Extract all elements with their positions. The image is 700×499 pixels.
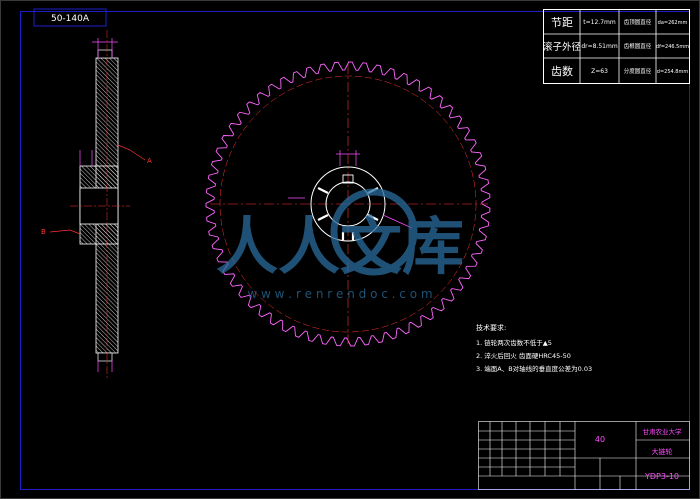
title-block-school: 甘肃农业大学 xyxy=(643,427,683,436)
leader-a xyxy=(117,144,146,161)
watermark-brand: 人人文库 xyxy=(216,210,464,283)
watermark: 人人文库 w w w . r e n r e n d o c . c o m xyxy=(216,188,464,301)
param-value-roller: dr=8.51mm xyxy=(581,43,618,50)
param-value-teeth: Z=63 xyxy=(591,68,608,75)
param-subvalue-pitchdia: d=254.8mm xyxy=(657,69,689,75)
tech-notes-title: 技术要求: xyxy=(476,323,506,332)
title-block-part-name: 大链轮 xyxy=(652,447,673,456)
section-label-a: A xyxy=(147,157,152,165)
side-section-view: A B xyxy=(41,30,152,380)
param-label-roller: 滚子外径 xyxy=(543,41,582,53)
watermark-url: w w w . r e n r e n d o c . c o m xyxy=(247,287,432,301)
tech-note-2: 2. 淬火后回火 齿面硬HRC45-50 xyxy=(476,351,571,360)
title-block-drawing-no: YDP3-10 xyxy=(644,472,679,481)
section-label-b: B xyxy=(41,228,46,236)
cad-drawing-canvas: 50-140A A B 人人文库 w w w . r e n r e n d o… xyxy=(0,0,700,499)
param-sublabel-pitchdia: 分度圆直径 xyxy=(624,67,652,75)
param-sublabel-root: 齿根圆直径 xyxy=(624,42,652,50)
tech-notes: 技术要求: 1. 链轮两次齿数不低于▲5 2. 淬火后回火 齿面硬HRC45-5… xyxy=(476,323,592,373)
title-block-material: 40 xyxy=(595,435,605,444)
tech-note-3: 3. 端面A、B对轴线的垂直度公差为0.03 xyxy=(476,364,592,373)
leader-b xyxy=(49,229,81,235)
stamp-text: 50-140A xyxy=(51,14,90,24)
param-value-pitch: t=12.7mm xyxy=(583,19,616,26)
param-label-teeth: 齿数 xyxy=(551,65,573,78)
param-sublabel-tip: 齿顶圆直径 xyxy=(624,18,652,26)
param-table: 节距 t=12.7mm 齿顶圆直径 da=262mm 滚子外径 dr=8.51m… xyxy=(543,9,690,84)
param-subvalue-tip: da=262mm xyxy=(658,20,688,26)
param-subvalue-root: df=246.5mm xyxy=(656,44,689,50)
param-label-pitch: 节距 xyxy=(551,16,573,29)
title-block-text: 40 甘肃农业大学 大链轮 YDP3-10 xyxy=(595,427,682,481)
tech-note-1: 1. 链轮两次齿数不低于▲5 xyxy=(476,338,552,347)
